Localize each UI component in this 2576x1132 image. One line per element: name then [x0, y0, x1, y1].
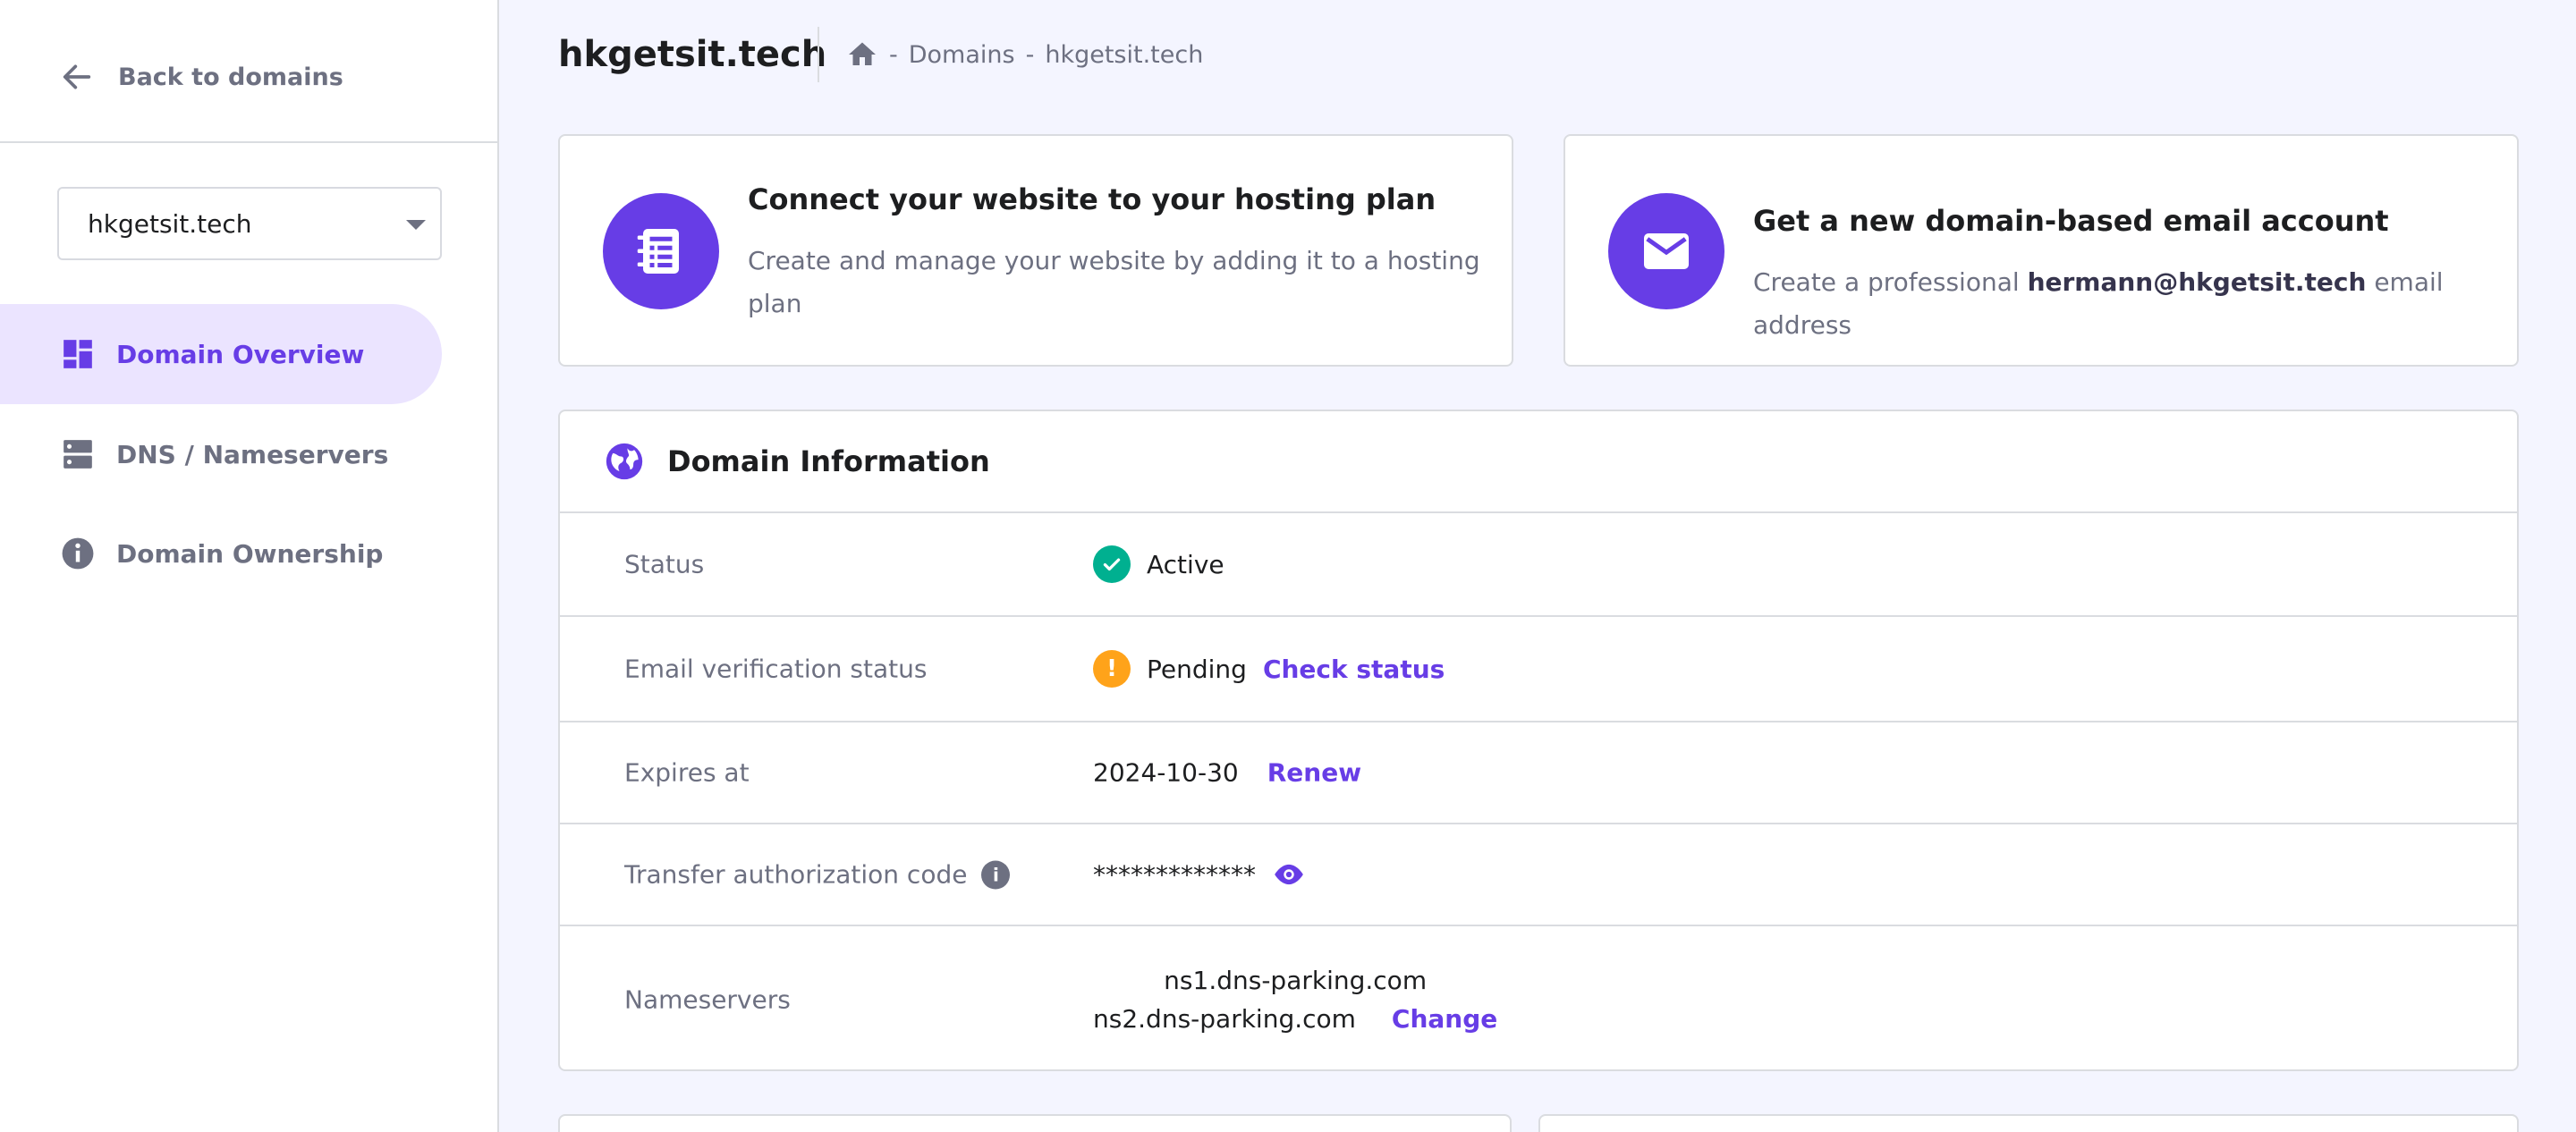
home-icon[interactable]: [846, 38, 878, 71]
bottom-card-left: [558, 1114, 1512, 1132]
mail-icon: [1644, 233, 1689, 269]
expires-row: Expires at 2024-10-30 Renew: [560, 722, 2517, 824]
email-verification-value-group: ! Pending Check status: [1093, 650, 1445, 688]
nameserver-1: ns1.dns-parking.com: [1164, 966, 1428, 995]
change-nameservers-link[interactable]: Change: [1392, 1004, 1497, 1034]
status-label: Status: [624, 549, 705, 579]
sidebar-item-label: Domain Overview: [116, 339, 365, 369]
expires-value-group: 2024-10-30 Renew: [1093, 758, 1361, 788]
check-status-link[interactable]: Check status: [1263, 655, 1445, 684]
domain-information-title: Domain Information: [667, 444, 990, 478]
breadcrumb-domains[interactable]: Domains: [909, 41, 1015, 69]
promo-icon-circle: [603, 193, 719, 309]
expires-value: 2024-10-30: [1093, 757, 1239, 788]
status-value: Active: [1147, 549, 1224, 579]
back-to-domains-label: Back to domains: [118, 63, 343, 91]
transfer-code-value: *************: [1093, 859, 1256, 890]
sidebar-divider: [0, 141, 499, 143]
email-account-card[interactable]: Get a new domain-based email account Cre…: [1563, 134, 2519, 367]
breadcrumb-separator: -: [1025, 40, 1035, 69]
domain-select[interactable]: hkgetsit.tech: [57, 187, 442, 260]
breadcrumb-separator: -: [889, 40, 898, 69]
check-circle-icon: [1093, 545, 1131, 583]
dashboard-icon: [64, 340, 92, 368]
globe-icon: [606, 443, 643, 480]
sidebar-item-domain-ownership[interactable]: Domain Ownership: [0, 503, 442, 604]
transfer-code-value-group: *************: [1093, 857, 1306, 891]
eye-icon[interactable]: [1272, 857, 1306, 891]
status-row: Status Active: [560, 513, 2517, 617]
promo-email-address: hermann@hkgetsit.tech: [2027, 267, 2367, 297]
nameservers-label: Nameservers: [624, 984, 791, 1015]
email-verification-label: Email verification status: [624, 654, 928, 684]
sidebar: Back to domains hkgetsit.tech Domain Ove…: [0, 0, 499, 1132]
promo-description-prefix: Create a professional: [1753, 267, 2020, 297]
back-to-domains-link[interactable]: Back to domains: [59, 55, 343, 98]
promo-description: Create a professional hermann@hkgetsit.t…: [1753, 261, 2504, 347]
nameserver-2: ns2.dns-parking.com: [1093, 1004, 1356, 1034]
title-divider: [818, 27, 819, 82]
nameservers-value-group: ns1.dns-parking.com ns2.dns-parking.com …: [1093, 966, 1497, 1034]
warning-circle-icon: !: [1093, 650, 1131, 688]
nameserver-2-line: ns2.dns-parking.com Change: [1093, 1004, 1497, 1034]
status-value-group: Active: [1093, 545, 1224, 583]
email-verification-value: Pending: [1147, 654, 1247, 684]
transfer-code-row: Transfer authorization code i **********…: [560, 824, 2517, 926]
sidebar-item-domain-overview[interactable]: Domain Overview: [0, 304, 442, 404]
email-verification-row: Email verification status ! Pending Chec…: [560, 617, 2517, 722]
breadcrumb-current-domain: hkgetsit.tech: [1045, 40, 1204, 69]
caret-down-icon: [406, 220, 426, 230]
nameservers-row: Nameservers ns1.dns-parking.com ns2.dns-…: [560, 926, 2517, 1073]
promo-description: Create and manage your website by adding…: [748, 246, 1480, 318]
domain-information-header: Domain Information: [560, 411, 2517, 513]
promo-icon-circle: [1608, 193, 1724, 309]
info-tooltip-icon[interactable]: i: [981, 860, 1011, 889]
website-icon: [637, 229, 679, 274]
breadcrumb: - Domains - hkgetsit.tech: [846, 32, 1203, 77]
bottom-card-right: [1538, 1114, 2519, 1132]
arrow-left-icon: [63, 64, 91, 89]
domain-select-value: hkgetsit.tech: [88, 208, 252, 239]
server-icon: [64, 440, 92, 469]
connect-website-card[interactable]: Connect your website to your hosting pla…: [558, 134, 1513, 367]
info-icon: [62, 537, 94, 570]
transfer-code-label: Transfer authorization code: [624, 859, 968, 890]
page-title: hkgetsit.tech: [558, 34, 827, 75]
sidebar-item-dns-nameservers[interactable]: DNS / Nameservers: [0, 404, 442, 504]
promo-title: Connect your website to your hosting pla…: [748, 182, 1436, 216]
transfer-code-label-group: Transfer authorization code i: [624, 859, 1011, 890]
sidebar-item-label: DNS / Nameservers: [116, 439, 389, 469]
sidebar-item-label: Domain Ownership: [116, 538, 384, 569]
app-root: Back to domains hkgetsit.tech Domain Ove…: [0, 0, 2576, 1132]
domain-information-card: Domain Information Status Active Email v…: [558, 410, 2519, 1071]
expires-label: Expires at: [624, 757, 750, 788]
renew-link[interactable]: Renew: [1267, 758, 1361, 788]
promo-title: Get a new domain-based email account: [1753, 204, 2389, 238]
